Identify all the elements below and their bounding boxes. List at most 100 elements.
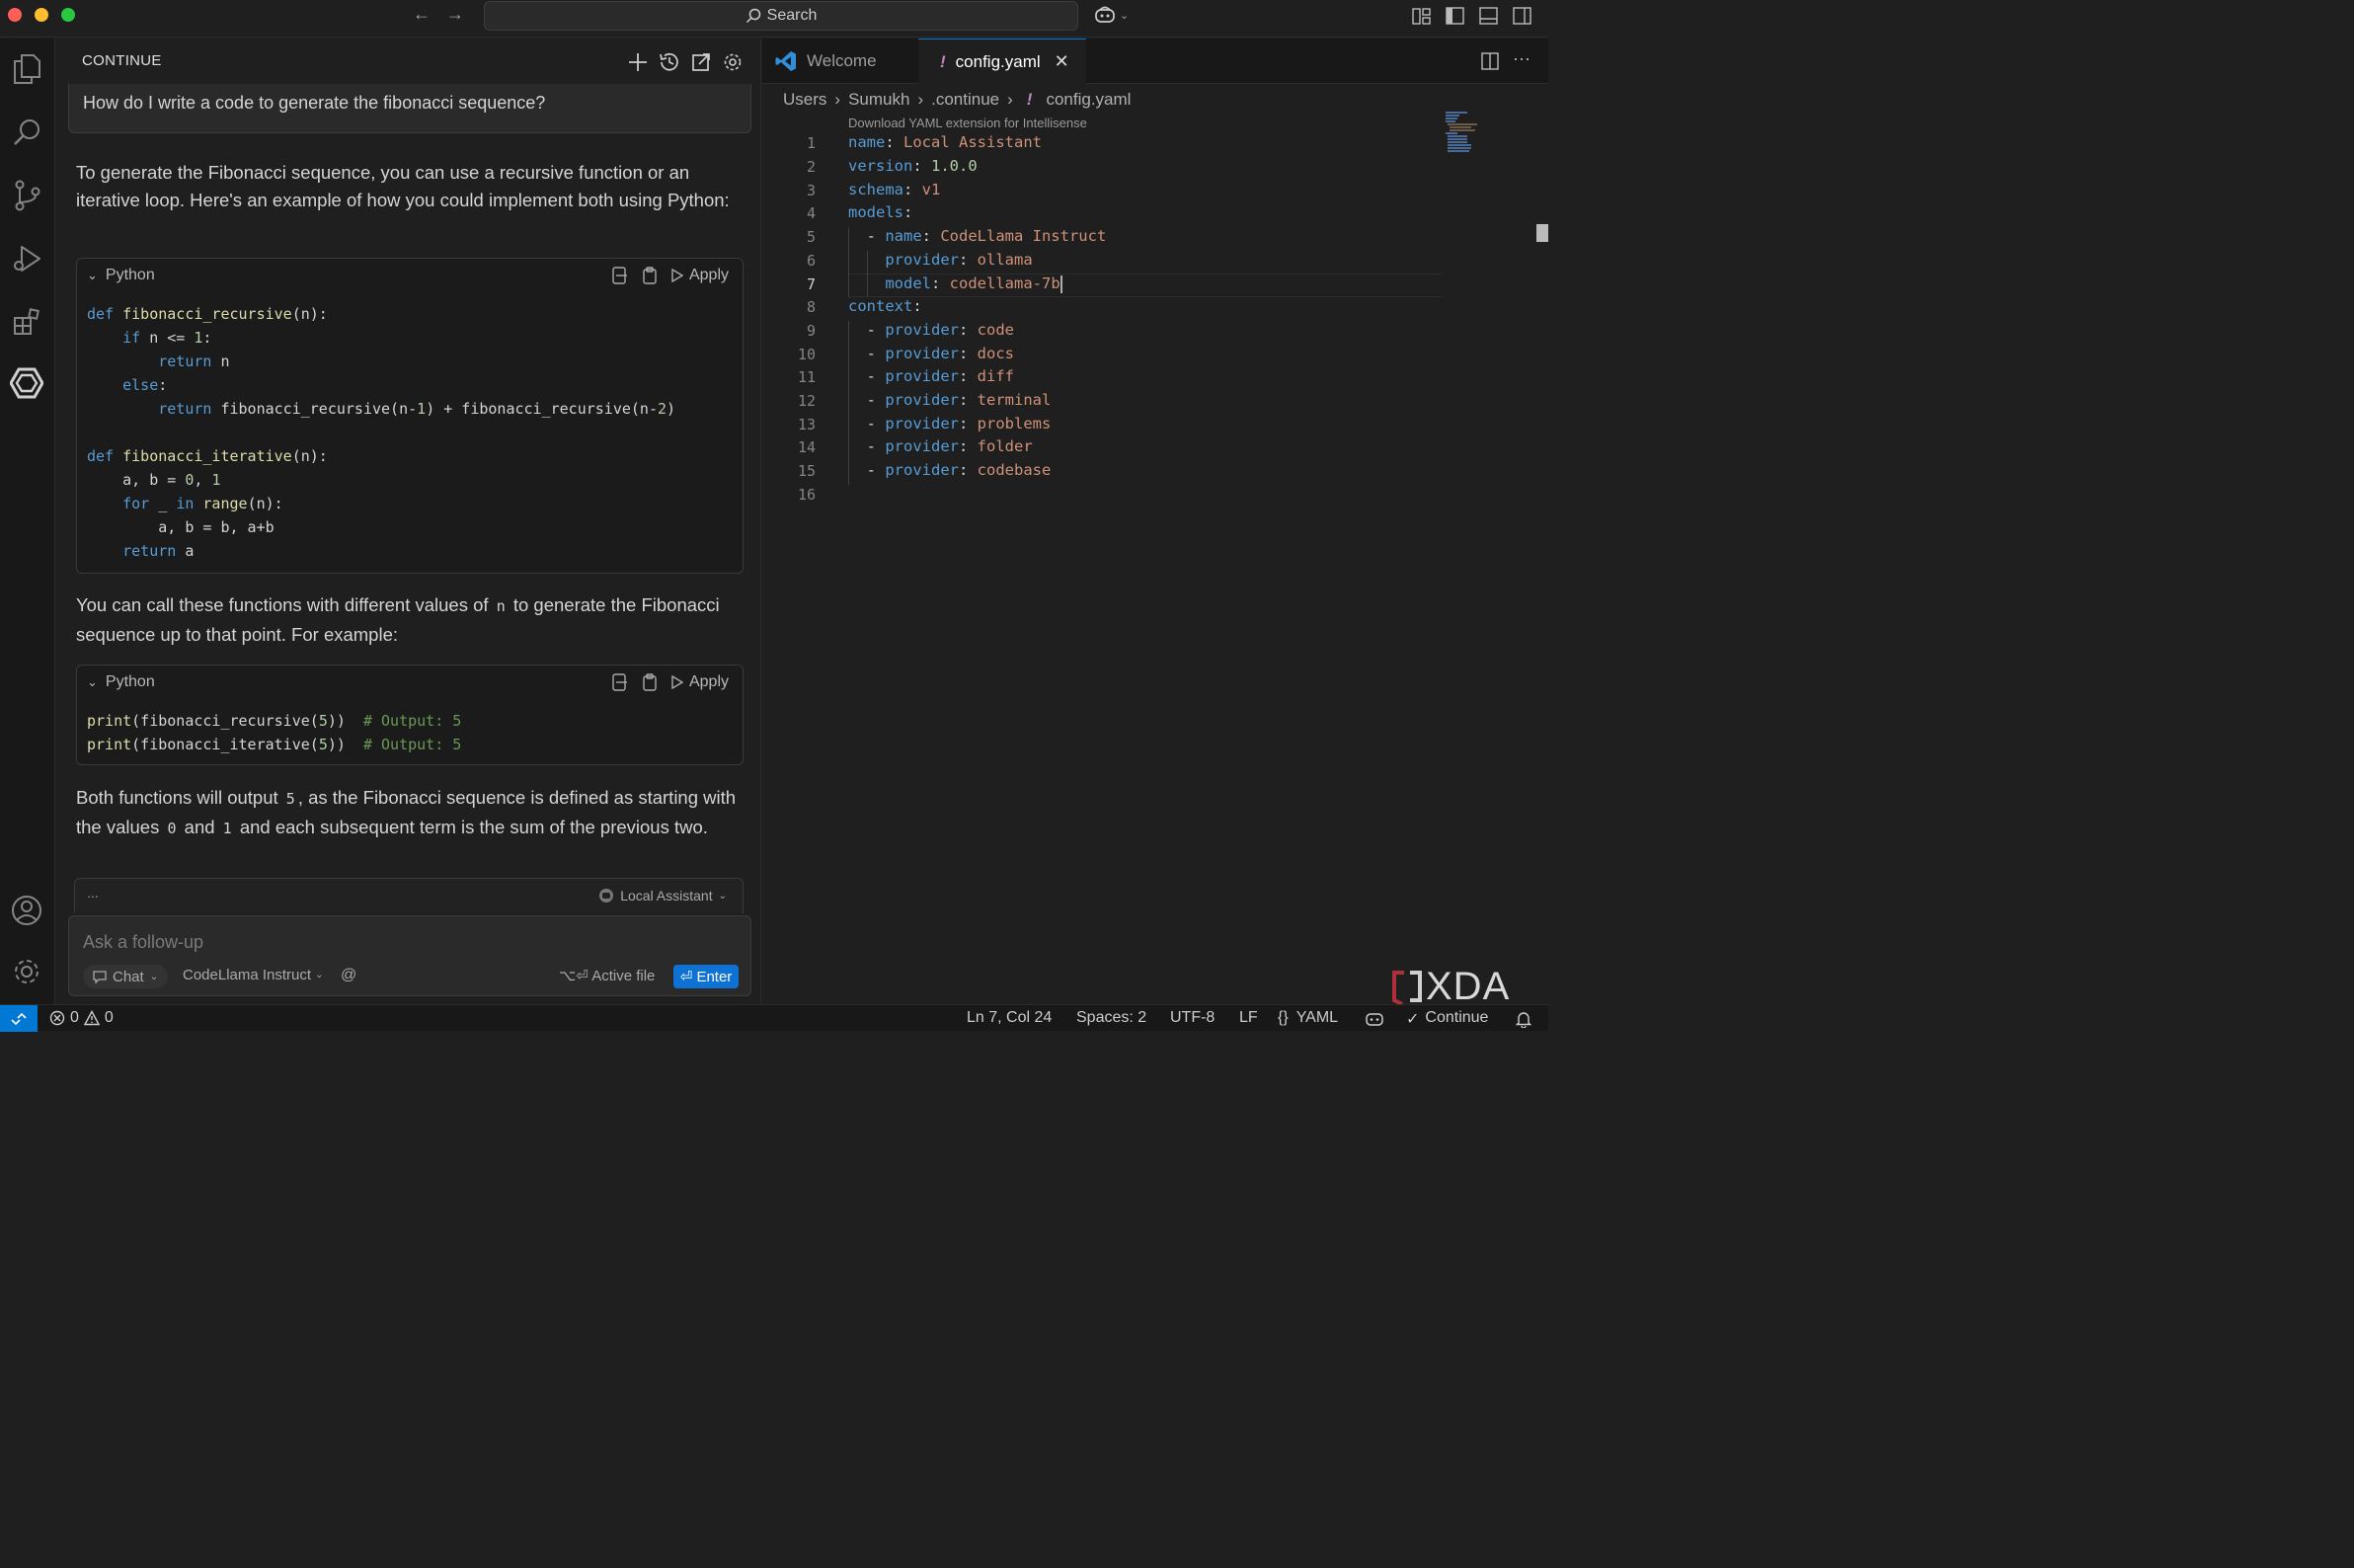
- code-block-header[interactable]: ⌄ Python: [87, 267, 155, 284]
- tab-label: config.yaml: [955, 51, 1041, 71]
- search-label: Search: [766, 7, 818, 24]
- continue-extension-button[interactable]: [8, 364, 45, 402]
- chevron-down-icon: ⌄: [315, 970, 324, 980]
- watermark-text: XDA: [1426, 965, 1511, 1008]
- codelens-hint[interactable]: Download YAML extension for Intellisense: [848, 116, 1087, 130]
- minimize-window-button[interactable]: [35, 8, 48, 22]
- copilot-menu[interactable]: ⌄: [1094, 5, 1129, 25]
- external-link-icon: [692, 53, 710, 71]
- source-control-button[interactable]: [8, 177, 45, 214]
- follow-up-input-box[interactable]: Ask a follow-up Chat ⌄ CodeLlama Instruc…: [68, 915, 751, 996]
- code-line[interactable]: - name: CodeLlama Instruct: [848, 227, 1107, 245]
- xda-watermark: XDA: [1390, 965, 1510, 1009]
- line-number: 7: [806, 275, 816, 293]
- explorer-button[interactable]: [8, 50, 45, 88]
- line-number: 8: [806, 298, 816, 316]
- code-block: ⌄ Python Apply print(fibonacci_recursive…: [76, 665, 744, 765]
- copilot-icon[interactable]: [1365, 1010, 1384, 1028]
- insert-at-cursor-icon[interactable]: [612, 267, 628, 284]
- code-line[interactable]: provider: ollama: [848, 251, 1032, 269]
- forward-arrow-icon[interactable]: →: [446, 4, 464, 25]
- extensions-icon: [14, 308, 39, 335]
- command-search-box[interactable]: Search: [484, 1, 1078, 31]
- copy-icon[interactable]: [642, 267, 658, 284]
- chat-settings-button[interactable]: [721, 50, 745, 74]
- breadcrumb-item[interactable]: Users: [783, 90, 826, 110]
- yaml-file-icon: !: [1026, 90, 1033, 109]
- code-line[interactable]: - provider: docs: [848, 345, 1014, 362]
- problems-indicator[interactable]: 0 0: [49, 1009, 114, 1027]
- code-line[interactable]: - provider: folder: [848, 437, 1033, 455]
- close-icon[interactable]: ✕: [1055, 51, 1069, 72]
- follow-up-placeholder[interactable]: Ask a follow-up: [83, 932, 203, 953]
- language-mode[interactable]: {} YAML: [1278, 1009, 1338, 1027]
- code-line[interactable]: - provider: diff: [848, 367, 1014, 385]
- toggle-secondary-sidebar-icon[interactable]: [1513, 7, 1531, 25]
- assistant-selector[interactable]: Local Assistant ⌄: [598, 888, 727, 903]
- accounts-button[interactable]: [8, 892, 45, 929]
- mode-selector[interactable]: Chat ⌄: [83, 965, 169, 988]
- minimap[interactable]: [1446, 112, 1489, 153]
- continue-logo-icon: [10, 367, 43, 399]
- open-in-new-window-button[interactable]: [689, 50, 713, 74]
- encoding[interactable]: UTF-8: [1170, 1009, 1215, 1027]
- apply-button[interactable]: Apply: [671, 673, 729, 691]
- mention-button[interactable]: @: [341, 967, 356, 984]
- run-and-debug-button[interactable]: [8, 240, 45, 277]
- code-line[interactable]: - provider: code: [848, 321, 1014, 339]
- tab-config-yaml[interactable]: ! config.yaml ✕: [918, 39, 1086, 84]
- remote-indicator[interactable]: [0, 1005, 38, 1032]
- code-line[interactable]: - provider: problems: [848, 415, 1052, 432]
- code-line[interactable]: model: codellama-7b: [848, 274, 1062, 293]
- apply-button[interactable]: Apply: [671, 267, 729, 284]
- extensions-button[interactable]: [8, 303, 45, 341]
- history-button[interactable]: [658, 50, 681, 74]
- enter-button[interactable]: ⏎ Enter: [673, 965, 739, 988]
- search-view-button[interactable]: [8, 114, 45, 151]
- assistant-icon: [599, 889, 614, 902]
- back-arrow-icon[interactable]: ←: [413, 4, 431, 25]
- active-file-button[interactable]: ⌥⏎ Active file: [559, 967, 655, 984]
- code-line[interactable]: context:: [848, 297, 922, 315]
- breadcrumb-item[interactable]: config.yaml: [1046, 90, 1131, 110]
- play-icon: [671, 269, 683, 282]
- code-line[interactable]: - provider: terminal: [848, 391, 1052, 409]
- breadcrumb-item[interactable]: Sumukh: [848, 90, 909, 110]
- yaml-file-icon: !: [940, 51, 946, 71]
- close-window-button[interactable]: [8, 8, 22, 22]
- cursor-position[interactable]: Ln 7, Col 24: [967, 1009, 1052, 1027]
- manage-button[interactable]: [8, 953, 45, 990]
- continue-status[interactable]: ✓ Continue: [1406, 1009, 1488, 1029]
- model-selector[interactable]: CodeLlama Instruct ⌄: [183, 967, 323, 983]
- bell-icon[interactable]: [1516, 1010, 1531, 1028]
- text-cursor: [1059, 274, 1062, 293]
- code-line[interactable]: - provider: codebase: [848, 461, 1052, 479]
- code-line[interactable]: name: Local Assistant: [848, 133, 1042, 151]
- user-message[interactable]: How do I write a code to generate the fi…: [68, 84, 751, 133]
- apply-label: Apply: [688, 673, 729, 690]
- split-editor-icon[interactable]: [1481, 52, 1499, 70]
- toggle-primary-sidebar-icon[interactable]: [1446, 7, 1464, 25]
- breadcrumb-item[interactable]: .continue: [931, 90, 999, 110]
- indentation[interactable]: Spaces: 2: [1076, 1009, 1146, 1027]
- line-ending[interactable]: LF: [1239, 1009, 1258, 1027]
- code-language-label: Python: [105, 673, 155, 690]
- assistant-paragraph: You can call these functions with differ…: [76, 594, 720, 645]
- line-number: 13: [797, 416, 816, 433]
- code-line[interactable]: version: 1.0.0: [848, 157, 978, 175]
- insert-at-cursor-icon[interactable]: [612, 673, 628, 691]
- status-bar: 0 0 Ln 7, Col 24 Spaces: 2 UTF-8 LF {} Y…: [0, 1004, 1548, 1032]
- toggle-panel-icon[interactable]: [1479, 7, 1498, 25]
- copilot-icon: [1095, 6, 1115, 23]
- customize-layout-icon[interactable]: [1412, 8, 1431, 25]
- code-line[interactable]: schema: v1: [848, 181, 940, 198]
- scrollbar-marker[interactable]: [1536, 224, 1548, 242]
- new-session-button[interactable]: [626, 50, 650, 74]
- tab-welcome[interactable]: Welcome: [762, 39, 916, 84]
- maximize-window-button[interactable]: [61, 8, 75, 22]
- more-actions-icon[interactable]: ···: [1513, 48, 1530, 69]
- code-line[interactable]: models:: [848, 203, 912, 221]
- more-dots[interactable]: ...: [87, 885, 99, 901]
- copy-icon[interactable]: [642, 673, 658, 691]
- code-block-header[interactable]: ⌄ Python: [87, 673, 155, 691]
